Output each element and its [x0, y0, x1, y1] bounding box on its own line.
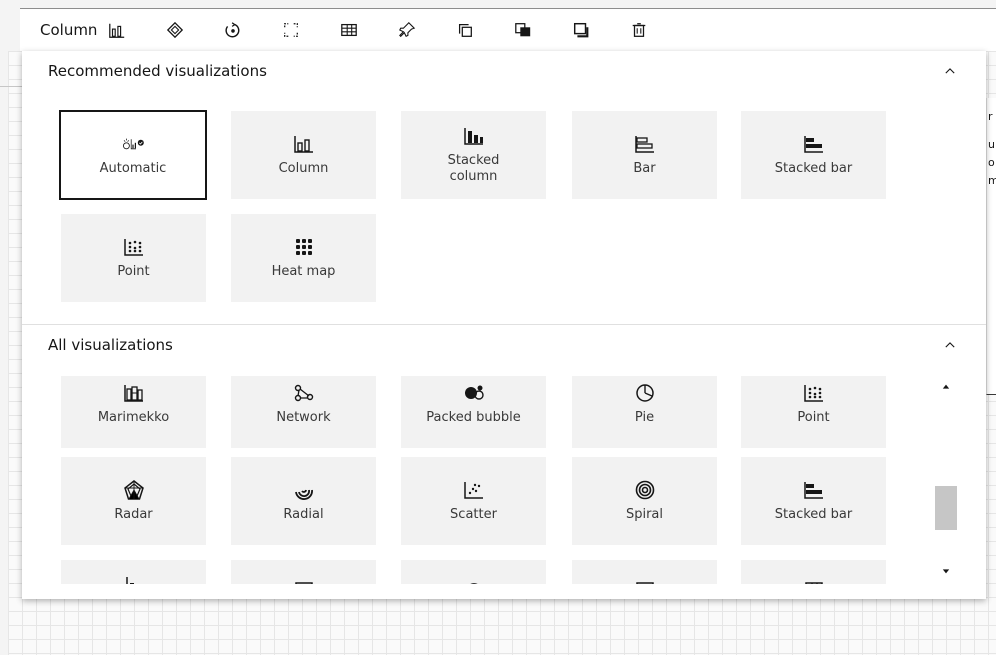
column-chart-icon[interactable] [107, 20, 127, 40]
viz-tile-tree-map[interactable] [741, 560, 886, 584]
toolbar-chart-type-label[interactable]: Column [40, 21, 97, 39]
all-section-title: All visualizations [48, 336, 173, 354]
scroll-up-arrow-icon[interactable] [941, 382, 951, 392]
all-section-header[interactable]: All visualizations [22, 325, 986, 365]
point-chart-icon [122, 236, 146, 258]
scroll-down-arrow-icon[interactable] [941, 566, 951, 576]
underlying-panel: r u o m [986, 98, 996, 395]
viz-tile-radar[interactable]: Radar [61, 457, 206, 545]
visualization-picker-panel: Recommended visualizations Automatic Col… [22, 51, 986, 599]
viz-tile-point[interactable]: Point [741, 376, 886, 448]
viz-tile-point[interactable]: Point [61, 214, 206, 302]
viz-tile-spiral[interactable]: Spiral [572, 457, 717, 545]
viz-tile-stacked-bar[interactable]: Stacked bar [741, 111, 886, 199]
viz-tile-label: Pie [634, 410, 655, 425]
all-visualizations-list[interactable]: Marimekko Network Packed bubble Pie Poin… [22, 376, 986, 584]
viz-tile-packed-bubble[interactable]: Packed bubble [401, 376, 546, 448]
tree-map-icon [802, 574, 826, 584]
spiral-chart-icon [633, 479, 657, 501]
viz-tile-label: Stacked column [447, 153, 500, 184]
canvas-divider [0, 86, 22, 87]
widget-toolbar: Column [20, 9, 996, 51]
packed-bubble-icon [462, 382, 486, 404]
viz-tile-label: Network [276, 410, 331, 425]
viz-tile-marimekko[interactable]: Marimekko [61, 376, 206, 448]
stacked-bar-icon [802, 479, 826, 501]
recommended-section-header[interactable]: Recommended visualizations [22, 51, 986, 91]
rotate-icon[interactable] [223, 20, 243, 40]
viz-tile-label: Marimekko [97, 410, 170, 425]
automatic-icon [121, 133, 145, 155]
heat-map-icon [292, 236, 316, 258]
viz-tile-stacked-column[interactable]: Stacked column [401, 111, 546, 199]
viz-tile-waterfall[interactable] [61, 560, 206, 584]
viz-tile-radial[interactable]: Radial [231, 457, 376, 545]
bar-chart-icon [633, 133, 657, 155]
viz-tile-label: Point [797, 410, 830, 425]
fit-screen-icon[interactable] [281, 20, 301, 40]
stacked-column-icon [462, 125, 486, 147]
layers-icon[interactable] [165, 20, 185, 40]
copy-icon[interactable] [455, 20, 475, 40]
viz-tile-scatter[interactable]: Scatter [401, 457, 546, 545]
viz-tile-table[interactable] [572, 560, 717, 584]
viz-tile-label: Scatter [450, 507, 497, 522]
area-icon [292, 574, 316, 584]
viz-tile-gauge[interactable] [401, 560, 546, 584]
viz-tile-label: Spiral [625, 507, 664, 522]
viz-tile-label: Bar [633, 161, 656, 176]
recommended-section-title: Recommended visualizations [48, 62, 267, 80]
viz-tile-label: Packed bubble [426, 410, 521, 425]
viz-tile-label: Stacked bar [774, 161, 853, 176]
chevron-up-icon[interactable] [940, 335, 960, 355]
scatter-chart-icon [462, 479, 486, 501]
viz-tile-automatic[interactable]: Automatic [59, 110, 207, 200]
viz-tile-label: Radar [114, 507, 153, 522]
viz-tile-heat-map[interactable]: Heat map [231, 214, 376, 302]
send-to-back-icon[interactable] [571, 20, 591, 40]
radial-chart-icon [292, 479, 316, 501]
waterfall-icon [122, 574, 146, 584]
column-chart-icon [292, 133, 316, 155]
scrollbar-thumb[interactable] [935, 486, 957, 530]
stacked-bar-icon [802, 133, 826, 155]
viz-tile-label: Column [278, 161, 329, 176]
table-icon[interactable] [339, 20, 359, 40]
radar-chart-icon [122, 479, 146, 501]
delete-icon[interactable] [629, 20, 649, 40]
scrollbar-track[interactable] [934, 376, 958, 584]
viz-picker-page: r u o m Column Recommended visualization… [0, 0, 996, 655]
viz-tile-network[interactable]: Network [231, 376, 376, 448]
bring-to-front-icon[interactable] [513, 20, 533, 40]
point-chart-icon [802, 382, 826, 404]
viz-tile-label: Point [117, 264, 150, 279]
gauge-icon [462, 574, 486, 584]
viz-tile-stacked-bar[interactable]: Stacked bar [741, 457, 886, 545]
table-icon [633, 574, 657, 584]
pin-icon[interactable] [397, 20, 417, 40]
viz-tile-pie[interactable]: Pie [572, 376, 717, 448]
pie-chart-icon [633, 382, 657, 404]
viz-tile-label: Stacked bar [774, 507, 853, 522]
viz-tile-label: Radial [283, 507, 324, 522]
network-icon [292, 382, 316, 404]
viz-tile-column[interactable]: Column [231, 111, 376, 199]
chevron-up-icon[interactable] [940, 61, 960, 81]
viz-tile-label: Heat map [271, 264, 336, 279]
viz-tile-bar[interactable]: Bar [572, 111, 717, 199]
all-visualizations-scrollbar[interactable] [934, 376, 958, 584]
viz-tile-label: Automatic [99, 161, 167, 176]
viz-tile-area[interactable] [231, 560, 376, 584]
marimekko-icon [122, 382, 146, 404]
